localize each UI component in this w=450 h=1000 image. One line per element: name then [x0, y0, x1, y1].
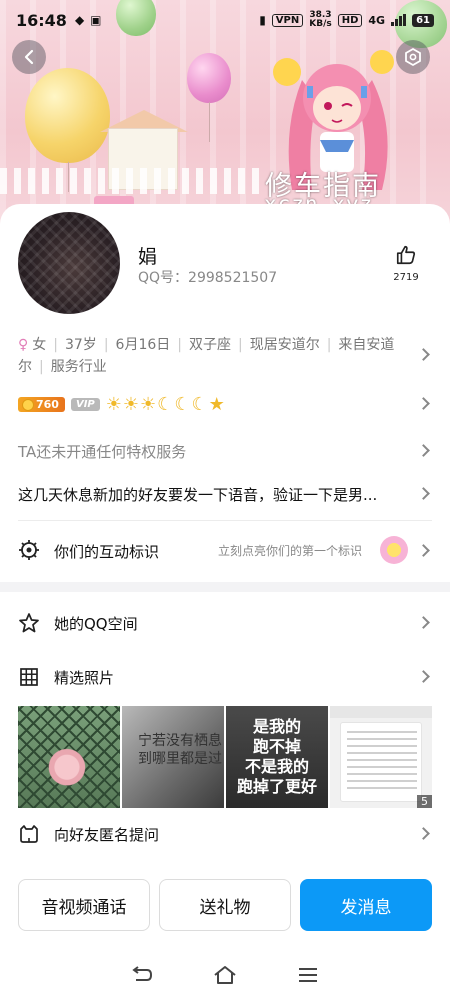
- interaction-marks-label[interactable]: 你们的互动标识: [54, 541, 159, 562]
- photo-caption: 宁若没有栖息: [138, 733, 222, 749]
- profile-info[interactable]: ♀ 女 | 37岁 | 6月16日 | 双子座 | 现居安道尔 | 来自安道尔 | 服务行业: [18, 334, 398, 378]
- net-speed: 38.3 KB/s: [309, 11, 331, 29]
- status-bar: 16:48 ◆ ▣ ▮ VPN 38.3 KB/s HD 4G 61: [0, 0, 450, 40]
- info-zodiac: 双子座: [188, 337, 231, 353]
- net-speed-unit: KB/s: [309, 19, 332, 29]
- signal-icon: [391, 14, 407, 26]
- network-type: 4G: [368, 13, 386, 27]
- level-badges[interactable]: 760 VIP ☀☀☀☾☾☾★: [18, 394, 226, 415]
- notification-icon: ◆: [74, 13, 85, 27]
- level-points-badge: 760: [18, 397, 65, 412]
- send-gift-button[interactable]: 送礼物: [159, 879, 291, 931]
- menu-nav-icon[interactable]: [296, 965, 320, 985]
- privilege-row[interactable]: TA还未开通任何特权服务: [18, 441, 186, 462]
- level-icons: ☀☀☀☾☾☾★: [105, 394, 226, 415]
- photo-thumbnail[interactable]: 宁若没有栖息 到哪里都是过: [122, 706, 224, 808]
- chevron-left-icon: [24, 49, 34, 65]
- home-nav-icon[interactable]: [213, 965, 237, 985]
- interaction-hint: 立刻点亮你们的第一个标识: [218, 544, 363, 558]
- app-notification-icon: ▣: [90, 13, 102, 27]
- status-time: 16:48: [16, 10, 67, 30]
- profile-name: 娟: [138, 246, 158, 268]
- balloon-decoration: [25, 68, 110, 163]
- gear-icon: [19, 540, 39, 560]
- cat-face-icon: [20, 825, 38, 843]
- photo-thumbnail[interactable]: 5: [330, 706, 432, 808]
- thumbs-up-icon: [396, 245, 416, 265]
- video-call-button[interactable]: 音视频通话: [18, 879, 150, 931]
- coin-icon: [22, 398, 34, 411]
- photos-label[interactable]: 精选照片: [54, 667, 114, 688]
- info-location: 现居安道尔: [249, 337, 320, 353]
- divider: [18, 520, 432, 521]
- info-industry: 服务行业: [50, 359, 107, 375]
- qq-number-line: QQ号：2998521507: [138, 267, 277, 287]
- female-icon: ♀: [18, 337, 29, 353]
- photo-caption: 是我的: [252, 717, 301, 736]
- star-icon: [19, 613, 39, 633]
- photo-caption: 到哪里都是过: [138, 751, 222, 767]
- photo-caption: 不是我的: [244, 757, 309, 776]
- signature-row[interactable]: 这几天休息新加的好友要发一下语音，验证一下是男...: [18, 484, 398, 505]
- hd-indicator: HD: [337, 13, 363, 27]
- photo-caption: 跑不掉: [252, 737, 301, 756]
- balloon-decoration: [187, 53, 231, 103]
- section-gap: [0, 582, 450, 592]
- level-points: 760: [36, 398, 59, 411]
- info-age: 37岁: [64, 337, 97, 353]
- qq-number: 2998521507: [188, 270, 278, 286]
- info-birthday: 6月16日: [115, 337, 171, 353]
- vip-badge: VIP: [70, 398, 100, 411]
- system-nav-bar: [0, 950, 450, 1000]
- battery-indicator: 61: [412, 13, 434, 27]
- like-button[interactable]: 2719: [390, 244, 422, 283]
- vibrate-icon: ▮: [259, 13, 266, 27]
- back-button[interactable]: [12, 40, 46, 74]
- qq-label: QQ号：: [138, 270, 189, 286]
- photo-strip: 宁若没有栖息 到哪里都是过 是我的 跑不掉 不是我的 跑掉了更好 5: [18, 706, 432, 808]
- like-count: 2719: [393, 272, 419, 283]
- balloon-string: [209, 102, 210, 142]
- fence-decoration: [0, 168, 260, 194]
- photo-thumbnail[interactable]: 是我的 跑不掉 不是我的 跑掉了更好: [226, 706, 328, 808]
- hexagon-settings-icon: [405, 47, 421, 67]
- info-gender: 女: [32, 337, 47, 353]
- qzone-link[interactable]: 她的QQ空间: [54, 613, 138, 634]
- photo-thumbnail[interactable]: [18, 706, 120, 808]
- grid-icon: [20, 668, 38, 686]
- back-nav-icon[interactable]: [130, 965, 154, 985]
- send-message-button[interactable]: 发消息: [300, 879, 432, 931]
- settings-button[interactable]: [396, 40, 430, 74]
- photo-caption: 跑掉了更好: [236, 777, 317, 796]
- anonymous-question-link[interactable]: 向好友匿名提问: [54, 824, 159, 845]
- avatar[interactable]: [18, 212, 120, 314]
- vpn-indicator: VPN: [271, 13, 304, 27]
- photo-count-badge: 5: [417, 795, 432, 808]
- flower-emoji-icon: [380, 536, 408, 564]
